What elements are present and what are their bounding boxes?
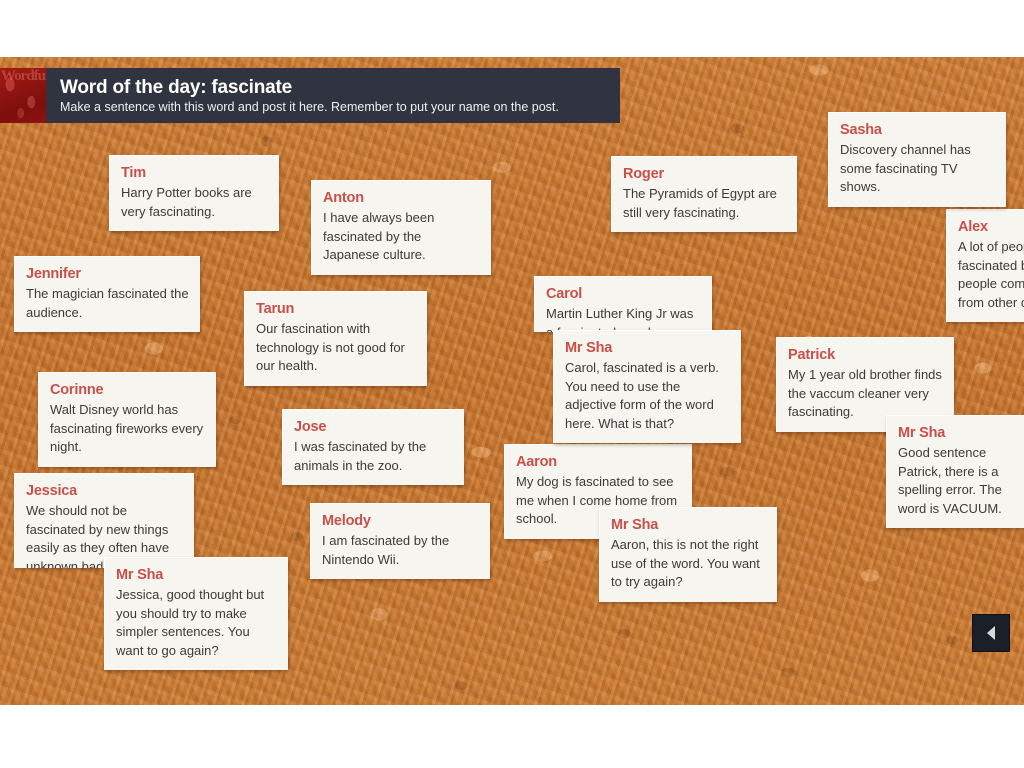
note-author: Tim — [121, 165, 146, 181]
previous-slide-button[interactable] — [972, 614, 1010, 652]
note-author: Mr Sha — [565, 340, 613, 356]
note-text: I am fascinated by the Nintendo Wii. — [322, 533, 450, 567]
sticky-note[interactable]: Jose I was fascinated by the animals in t… — [282, 409, 464, 485]
note-text: Harry Potter books are very fascinating. — [121, 185, 252, 219]
logo-glyphs: Wordfun5VzX — [1, 68, 46, 84]
note-text: Discovery channel has some fascinating T… — [840, 142, 971, 194]
note-text: Martin Luther King Jr was a fascinated s… — [546, 306, 694, 332]
sticky-note[interactable]: Jennifer The magician fascinated the audi… — [14, 256, 200, 332]
sticky-note[interactable]: Roger The Pyramids of Egypt are still ver… — [611, 156, 797, 232]
note-author: Alex — [958, 219, 988, 235]
cork-board: Tim Harry Potter books are very fascinati… — [0, 57, 1024, 705]
note-text: Carol, fascinated is a verb. You need to… — [565, 360, 719, 431]
sticky-note[interactable]: Anton I have always been fascinated by th… — [311, 180, 491, 275]
chevron-left-icon — [985, 625, 998, 641]
note-author: Sasha — [840, 122, 882, 138]
note-author: Patrick — [788, 347, 835, 363]
note-text: My 1 year old brother finds the vaccum c… — [788, 367, 942, 419]
note-author: Jennifer — [26, 266, 81, 282]
note-text: Our fascination with technology is not g… — [256, 321, 405, 373]
note-text: Good sentence Patrick, there is a spelli… — [898, 445, 1002, 516]
note-text: Jessica, good thought but you should try… — [116, 587, 265, 658]
site-logo: Wordfun5VzX — [0, 68, 46, 123]
note-author: Anton — [323, 190, 364, 206]
note-author: Carol — [546, 286, 583, 302]
note-author: Roger — [623, 166, 664, 182]
word-of-the-day-banner: Wordfun5VzX Word of the day: fascinate M… — [0, 68, 620, 123]
sticky-note[interactable]: Corinne Walt Disney world has fascinating… — [38, 372, 216, 467]
note-text: A lot of people are fascinated by why pe… — [958, 239, 1024, 310]
note-text: I was fascinated by the animals in the z… — [294, 439, 427, 473]
sticky-note[interactable]: Melody I am fascinated by the Nintendo Wi… — [310, 503, 490, 579]
note-author: Melody — [322, 513, 371, 529]
sticky-note[interactable]: Mr Sha Aaron, this is not the right use o… — [599, 507, 777, 602]
note-author: Mr Sha — [898, 425, 946, 441]
sticky-note[interactable]: Mr Sha Good sentence Patrick, there is a … — [886, 415, 1024, 528]
slide-canvas: Tim Harry Potter books are very fascinati… — [0, 0, 1024, 768]
note-text: The magician fascinated the audience. — [26, 286, 189, 320]
sticky-note[interactable]: Alex A lot of people are fascinated by wh… — [946, 209, 1024, 322]
sticky-note[interactable]: Carol Martin Luther King Jr was a fascina… — [534, 276, 712, 332]
banner-text: Word of the day: fascinate Make a senten… — [46, 68, 573, 123]
sticky-note[interactable]: Mr Sha Jessica, good thought but you shou… — [104, 557, 288, 670]
sticky-note[interactable]: Mr Sha Carol, fascinated is a verb. You n… — [553, 330, 741, 443]
sticky-note[interactable]: Tarun Our fascination with technology is … — [244, 291, 427, 386]
note-text: Aaron, this is not the right use of the … — [611, 537, 760, 589]
note-text: Walt Disney world has fascinating firewo… — [50, 402, 204, 454]
note-author: Aaron — [516, 454, 557, 470]
note-author: Tarun — [256, 301, 295, 317]
note-author: Jessica — [26, 483, 78, 499]
page-title: Word of the day: fascinate — [60, 76, 292, 98]
note-text: The Pyramids of Egypt are still very fas… — [623, 186, 777, 220]
sticky-note[interactable]: Jessica We should not be fascinated by ne… — [14, 473, 194, 568]
note-text: I have always been fascinated by the Jap… — [323, 210, 435, 262]
page-instructions: Make a sentence with this word and post … — [60, 99, 559, 114]
note-author: Mr Sha — [116, 567, 164, 583]
note-author: Jose — [294, 419, 327, 435]
sticky-note[interactable]: Sasha Discovery channel has some fascinat… — [828, 112, 1006, 207]
note-author: Mr Sha — [611, 517, 659, 533]
note-author: Corinne — [50, 382, 104, 398]
sticky-note[interactable]: Tim Harry Potter books are very fascinati… — [109, 155, 279, 231]
